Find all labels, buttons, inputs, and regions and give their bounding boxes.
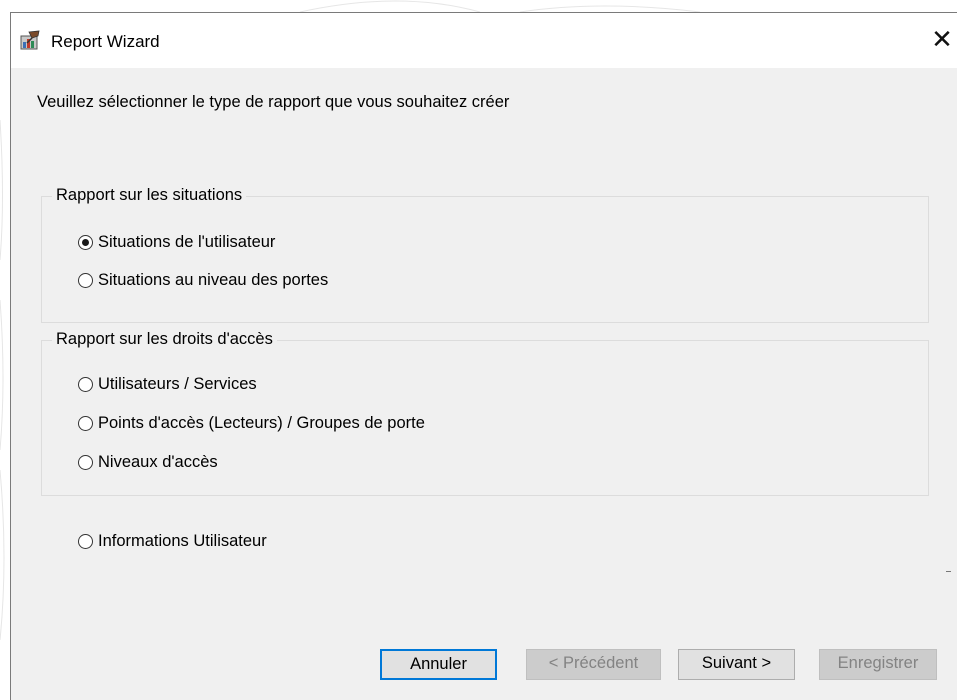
situations-report-group: Rapport sur les situations Situations de… [41,186,929,323]
radio-label: Informations Utilisateur [98,532,267,550]
situations-report-legend: Rapport sur les situations [52,186,247,205]
radio-button-checked[interactable] [78,235,93,250]
radio-button[interactable] [78,377,93,392]
cancel-button[interactable]: Annuler [380,649,497,680]
radio-button[interactable] [78,534,93,549]
close-button[interactable]: ✕ [927,23,957,57]
report-wizard-dialog: Report Wizard ✕ Veuillez sélectionner le… [10,12,957,700]
next-button[interactable]: Suivant > [678,649,795,680]
radio-button[interactable] [78,416,93,431]
instruction-text: Veuillez sélectionner le type de rapport… [37,93,510,111]
previous-button[interactable]: < Précédent [526,649,661,680]
radio-door-situations[interactable]: Situations au niveau des portes [78,271,328,290]
radio-button[interactable] [78,273,93,288]
radio-label: Situations au niveau des portes [98,271,329,289]
report-wizard-icon [20,30,40,50]
radio-label: Utilisateurs / Services [98,375,257,393]
title-bar: Report Wizard ✕ [11,13,957,68]
radio-access-levels[interactable]: Niveaux d'accès [78,453,218,472]
window-title: Report Wizard [51,32,160,51]
radio-label: Situations de l'utilisateur [98,233,276,251]
access-rights-report-group: Rapport sur les droits d'accès Utilisate… [41,330,929,496]
radio-users-services[interactable]: Utilisateurs / Services [78,375,257,394]
save-button[interactable]: Enregistrer [819,649,937,680]
radio-user-situations[interactable]: Situations de l'utilisateur [78,233,275,252]
access-rights-report-legend: Rapport sur les droits d'accès [52,330,277,349]
radio-button[interactable] [78,455,93,470]
radio-user-information[interactable]: Informations Utilisateur [78,532,267,551]
close-icon: ✕ [931,24,953,54]
radio-label: Points d'accès (Lecteurs) / Groupes de p… [98,414,425,432]
separator-mark [946,571,951,572]
radio-label: Niveaux d'accès [98,453,218,471]
radio-access-points[interactable]: Points d'accès (Lecteurs) / Groupes de p… [78,414,425,433]
